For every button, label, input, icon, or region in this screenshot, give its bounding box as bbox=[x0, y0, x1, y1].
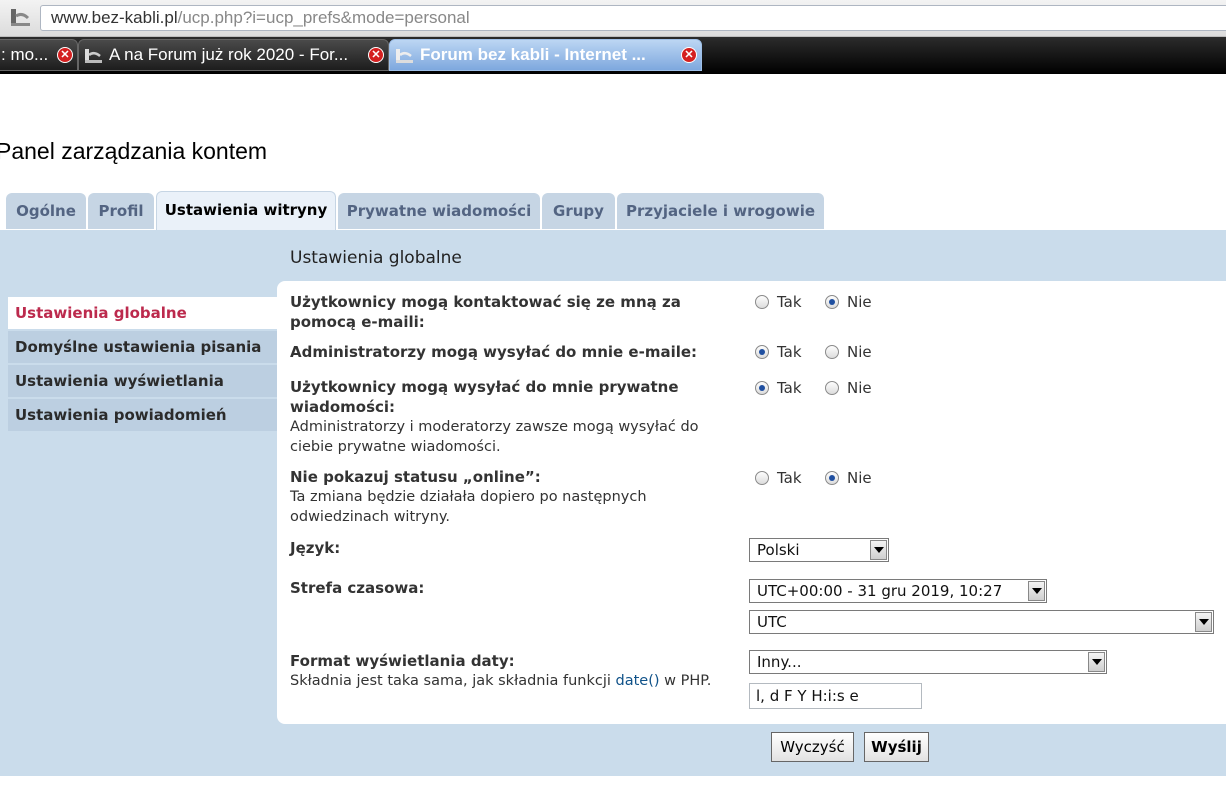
url-host: www.bez-kabli.pl bbox=[51, 8, 178, 27]
radio-label: Nie bbox=[847, 343, 872, 361]
page-title: Panel zarządzania kontem bbox=[0, 138, 268, 164]
date-format-explain-suffix: w PHP. bbox=[659, 673, 712, 689]
site-favicon-icon bbox=[396, 49, 413, 63]
language-label: Język: bbox=[290, 539, 341, 557]
url-input[interactable]: www.bez-kabli.pl/ucp.php?i=ucp_prefs&mod… bbox=[40, 5, 1226, 31]
browser-tab-label: A na Forum już rok 2020 - For... bbox=[109, 45, 349, 64]
radio-selected-icon bbox=[825, 294, 839, 309]
hide-online-row: Nie pokazuj statusu „online”: Ta zmiana … bbox=[290, 467, 647, 527]
private-messages-label-2: wiadomości: bbox=[290, 398, 396, 416]
radio-label: Tak bbox=[777, 469, 802, 487]
date-format-selected-value: Inny... bbox=[757, 653, 802, 671]
admin-email-label: Administratorzy mogą wysyłać do mnie e-m… bbox=[290, 343, 698, 361]
language-row: Język: bbox=[290, 538, 340, 558]
submit-button[interactable]: Wyślij bbox=[864, 732, 929, 762]
timezone-row: Strefa czasowa: bbox=[290, 578, 424, 598]
private-messages-row: Użytkownicy mogą wysyłać do mnie prywatn… bbox=[290, 377, 699, 457]
timezone-offset-select[interactable]: UTC+00:00 - 31 gru 2019, 10:27 bbox=[749, 579, 1047, 603]
reset-button[interactable]: Wyczyść bbox=[771, 732, 854, 762]
chevron-down-icon[interactable] bbox=[1088, 652, 1105, 672]
sidebar-item-display-options[interactable]: Ustawienia wyświetlania bbox=[8, 365, 278, 397]
email-contact-label-2: pomocą e-maili: bbox=[290, 313, 425, 331]
tab-board-preferences[interactable]: Ustawienia witryny bbox=[156, 191, 336, 231]
tab-friends-foes[interactable]: Przyjaciele i wrogowie bbox=[617, 193, 824, 229]
ucp-tabs: Ogólne Profil Ustawienia witryny Prywatn… bbox=[0, 191, 1226, 231]
tab-private-messages[interactable]: Prywatne wiadomości bbox=[338, 193, 540, 229]
preferences-form: Użytkownicy mogą kontaktować się ze mną … bbox=[277, 281, 1226, 724]
sidebar-menu: Ustawienia globalne Domyślne ustawienia … bbox=[8, 297, 278, 433]
date-format-select[interactable]: Inny... bbox=[749, 650, 1107, 674]
close-tab-icon[interactable]: ✕ bbox=[368, 47, 384, 63]
date-function-link[interactable]: date() bbox=[616, 673, 660, 689]
browser-tab-label: Forum bez kabli - Internet ... bbox=[420, 45, 646, 64]
hide-online-yes[interactable]: Tak bbox=[755, 469, 802, 487]
browser-tab-1[interactable]: : mo... ✕ bbox=[0, 39, 78, 71]
hide-online-label: Nie pokazuj statusu „online”: bbox=[290, 468, 541, 486]
chevron-down-icon[interactable] bbox=[870, 540, 887, 560]
sidebar-item-posting-defaults[interactable]: Domyślne ustawienia pisania bbox=[8, 331, 278, 363]
date-format-label: Format wyświetlania daty: bbox=[290, 652, 515, 670]
browser-tab-3-active[interactable]: Forum bez kabli - Internet ... ✕ bbox=[389, 39, 702, 71]
radio-label: Nie bbox=[847, 293, 872, 311]
radio-label: Nie bbox=[847, 379, 872, 397]
section-title: Ustawienia globalne bbox=[290, 248, 462, 268]
admin-email-yes[interactable]: Tak bbox=[755, 343, 802, 361]
site-favicon-icon bbox=[11, 9, 30, 26]
chevron-down-icon[interactable] bbox=[1195, 612, 1212, 632]
tab-general[interactable]: Ogólne bbox=[6, 193, 86, 229]
private-messages-no[interactable]: Nie bbox=[825, 379, 872, 397]
date-format-explain: Składnia jest taka sama, jak składnia fu… bbox=[290, 671, 711, 691]
email-contact-no[interactable]: Nie bbox=[825, 293, 872, 311]
timezone-offset-value: UTC+00:00 - 31 gru 2019, 10:27 bbox=[757, 582, 1003, 600]
chevron-down-icon[interactable] bbox=[1028, 581, 1045, 601]
radio-icon bbox=[755, 294, 769, 309]
email-contact-row: Użytkownicy mogą kontaktować się ze mną … bbox=[290, 292, 681, 332]
private-messages-label-1: Użytkownicy mogą wysyłać do mnie prywatn… bbox=[290, 378, 679, 396]
radio-label: Nie bbox=[847, 469, 872, 487]
email-contact-yes[interactable]: Tak bbox=[755, 293, 802, 311]
radio-label: Tak bbox=[777, 343, 802, 361]
close-tab-icon[interactable]: ✕ bbox=[681, 47, 697, 63]
tab-profile[interactable]: Profil bbox=[88, 193, 154, 229]
custom-date-format-input[interactable]: l, d F Y H:i:s e bbox=[749, 683, 922, 709]
hide-online-explain-1: Ta zmiana będzie działała dopiero po nas… bbox=[290, 489, 647, 505]
radio-selected-icon bbox=[825, 470, 839, 485]
radio-label: Tak bbox=[777, 293, 802, 311]
private-messages-yes[interactable]: Tak bbox=[755, 379, 802, 397]
date-format-row: Format wyświetlania daty: Składnia jest … bbox=[290, 651, 711, 691]
radio-selected-icon bbox=[755, 344, 769, 359]
date-format-explain-text: Składnia jest taka sama, jak składnia fu… bbox=[290, 673, 616, 689]
email-contact-label-1: Użytkownicy mogą kontaktować się ze mną … bbox=[290, 293, 681, 311]
hide-online-no[interactable]: Nie bbox=[825, 469, 872, 487]
close-tab-icon[interactable]: ✕ bbox=[57, 47, 73, 63]
timezone-zone-value: UTC bbox=[757, 613, 787, 631]
sidebar-item-notification-options[interactable]: Ustawienia powiadomień bbox=[8, 399, 278, 431]
admin-email-no[interactable]: Nie bbox=[825, 343, 872, 361]
timezone-label: Strefa czasowa: bbox=[290, 579, 425, 597]
browser-address-bar: www.bez-kabli.pl/ucp.php?i=ucp_prefs&mod… bbox=[0, 0, 1226, 37]
radio-icon bbox=[755, 470, 769, 485]
hide-online-explain-2: odwiedzinach witryny. bbox=[290, 509, 451, 525]
radio-label: Tak bbox=[777, 379, 802, 397]
browser-tab-2[interactable]: A na Forum już rok 2020 - For... ✕ bbox=[78, 39, 389, 71]
admin-email-row: Administratorzy mogą wysyłać do mnie e-m… bbox=[290, 342, 697, 362]
site-favicon-icon bbox=[85, 49, 102, 63]
radio-icon bbox=[825, 344, 839, 359]
radio-selected-icon bbox=[755, 380, 769, 395]
radio-icon bbox=[825, 380, 839, 395]
browser-tab-label: : mo... bbox=[1, 45, 49, 64]
sidebar-item-global-settings[interactable]: Ustawienia globalne bbox=[8, 297, 278, 329]
language-selected-value: Polski bbox=[757, 541, 800, 559]
url-path: /ucp.php?i=ucp_prefs&mode=personal bbox=[177, 8, 470, 27]
tab-groups[interactable]: Grupy bbox=[542, 193, 615, 229]
browser-tab-strip: : mo... ✕ A na Forum już rok 2020 - For.… bbox=[0, 37, 1226, 74]
timezone-zone-select[interactable]: UTC bbox=[749, 610, 1214, 634]
private-messages-explain-1: Administratorzy i moderatorzy zawsze mog… bbox=[290, 419, 699, 435]
private-messages-explain-2: ciebie prywatne wiadomości. bbox=[290, 439, 501, 455]
language-select[interactable]: Polski bbox=[749, 538, 889, 562]
